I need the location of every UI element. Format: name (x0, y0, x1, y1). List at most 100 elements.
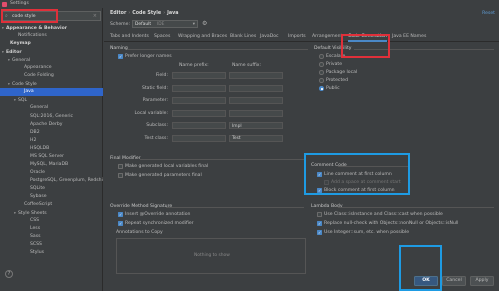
gear-icon[interactable]: ⚙ (202, 20, 207, 27)
annotations-empty: Nothing to show (194, 253, 230, 258)
help-icon[interactable]: ? (5, 270, 13, 278)
sidebar-item-style-sheets[interactable]: ▾ Style Sheets (0, 209, 103, 217)
sidebar-item-label: PostgreSQL, Greenplum, Redshift (30, 177, 103, 183)
sidebar-item-hsqldb[interactable]: HSQLDB (0, 145, 103, 153)
sidebar-item-scss[interactable]: SCSS (0, 241, 103, 249)
sidebar-item-label: Appearance (24, 65, 52, 71)
sidebar-item-sqlite[interactable]: SQLite (0, 185, 103, 193)
suffix-field[interactable] (229, 84, 283, 92)
final-modifier-title: Final Modifier (110, 156, 141, 161)
scheme-select[interactable]: Default IDE ▾ (132, 20, 198, 28)
suffix-field[interactable]: Test (229, 134, 283, 142)
sidebar-item-oracle[interactable]: Oracle (0, 169, 103, 177)
sidebar-item-label: SQL (18, 98, 28, 104)
final-params-label: Make generated parameters final (125, 172, 202, 178)
sidebar-item-label: Oracle (30, 169, 45, 175)
visibility-radio-public[interactable] (319, 86, 324, 91)
prefer-longer-checkbox[interactable] (118, 54, 123, 59)
search-highlight (1, 9, 58, 23)
sidebar-item-h2[interactable]: H2 (0, 137, 103, 145)
tab-highlight (341, 34, 390, 58)
repeat-sync-checkbox[interactable] (118, 221, 123, 226)
sidebar-item-general[interactable]: General (0, 104, 103, 112)
sidebar-item-notifications[interactable]: Notifications (0, 32, 103, 40)
sidebar-item-sass[interactable]: Sass (0, 233, 103, 241)
clear-icon[interactable]: × (93, 13, 97, 19)
sidebar-item-label: General (30, 105, 49, 111)
breadcrumb: Editor › Code Style › Java (110, 11, 179, 16)
prefix-field[interactable] (172, 84, 226, 92)
scheme-label: Scheme: (110, 22, 131, 27)
sidebar-item-label: HSQLDB (30, 145, 50, 151)
sidebar-item-sql[interactable]: ▾ SQL (0, 96, 103, 104)
col-suffix: Name suffix: (232, 63, 262, 68)
sidebar-item-apache-derby[interactable]: Apache Derby (0, 121, 103, 129)
prefix-field[interactable] (172, 134, 226, 142)
sidebar-item-label: Stylus (30, 250, 45, 256)
prefix-field[interactable] (172, 109, 226, 117)
tab-java-ee-names[interactable]: Java EE Names (392, 33, 426, 42)
tab-spaces[interactable]: Spaces (154, 33, 170, 42)
sidebar-item-label: Sass (30, 234, 41, 240)
tab-blank-lines[interactable]: Blank Lines (230, 33, 256, 42)
visibility-radio-private[interactable] (319, 62, 324, 67)
sidebar-item-label: Appearance & Behavior (6, 26, 68, 31)
sidebar-item-sql-2016-generic[interactable]: SQL:2016, Generic (0, 113, 103, 121)
breadcrumb-editor[interactable]: Editor (110, 11, 126, 16)
sidebar-item-css[interactable]: CSS (0, 217, 103, 225)
visibility-radio-package-local[interactable] (319, 70, 324, 75)
visibility-label: Protected (326, 77, 348, 83)
settings-tree: ▾ Appearance & Behavior Notifications Keyma… (0, 24, 103, 257)
tab-arrangement[interactable]: Arrangement (312, 33, 342, 42)
tab-imports[interactable]: Imports (288, 33, 306, 42)
cancel-button[interactable]: Cancel (442, 276, 466, 286)
settings-sidebar: ⌕ code style × ▾ Appearance & Behavior Not… (0, 8, 103, 291)
annotations-list[interactable]: Nothing to show (116, 238, 306, 274)
prefix-field[interactable] (172, 72, 226, 79)
sidebar-item-stylus[interactable]: Stylus (0, 249, 103, 257)
sidebar-item-ms-sql-server[interactable]: MS SQL Server (0, 153, 103, 161)
class-instance-checkbox[interactable] (317, 212, 322, 217)
sidebar-item-mysql-mariadb[interactable]: MySQL, MariaDB (0, 161, 103, 169)
integer-sum-checkbox[interactable] (317, 230, 322, 235)
breadcrumb-java: Java (167, 11, 179, 16)
apply-button[interactable]: Apply (470, 276, 494, 286)
visibility-radio-escalate[interactable] (319, 54, 324, 59)
sidebar-item-label: General (12, 58, 31, 64)
sidebar-item-less[interactable]: Less (0, 225, 103, 233)
nonnull-checkbox[interactable] (317, 221, 322, 226)
sidebar-item-java[interactable]: Java (0, 88, 103, 97)
insert-override-checkbox[interactable] (118, 212, 123, 217)
sidebar-item-code-style[interactable]: ▾ Code Style (0, 80, 103, 88)
reset-link[interactable]: Reset (482, 11, 495, 16)
final-params-checkbox[interactable] (118, 173, 123, 178)
sidebar-item-code-folding[interactable]: Code Folding (0, 72, 103, 80)
final-locals-checkbox[interactable] (118, 164, 123, 169)
sidebar-item-sybase[interactable]: Sybase (0, 193, 103, 201)
visibility-label: Package local (326, 69, 358, 75)
sidebar-item-db2[interactable]: DB2 (0, 129, 103, 137)
tab-javadoc[interactable]: JavaDoc (260, 33, 279, 42)
visibility-radio-protected[interactable] (319, 78, 324, 83)
sidebar-item-general[interactable]: ▾ General (0, 56, 103, 64)
sidebar-item-appearance-behavior[interactable]: ▾ Appearance & Behavior (0, 24, 103, 32)
suffix-field[interactable] (229, 72, 283, 79)
suffix-field[interactable] (229, 109, 283, 117)
sidebar-item-label: MS SQL Server (30, 153, 64, 159)
visibility-label: Private (326, 61, 343, 67)
prefix-field[interactable] (172, 97, 226, 104)
prefix-field[interactable] (172, 122, 226, 129)
naming-row-label: Subclass: (146, 123, 168, 128)
sidebar-item-keymap[interactable]: Keymap (0, 40, 103, 48)
suffix-field[interactable] (229, 97, 283, 104)
sidebar-item-postgresql-greenplum-redshift[interactable]: PostgreSQL, Greenplum, Redshift (0, 177, 103, 185)
sidebar-item-appearance[interactable]: Appearance (0, 64, 103, 72)
tab-tabs-and-indents[interactable]: Tabs and Indents (110, 33, 149, 42)
suffix-field[interactable]: Impl (229, 122, 283, 129)
naming-row-label: Parameter: (142, 98, 168, 103)
tab-wrapping-and-braces[interactable]: Wrapping and Braces (178, 33, 227, 42)
sidebar-item-coffeescript[interactable]: CoffeeScript (0, 201, 103, 209)
breadcrumb-code-style[interactable]: Code Style (132, 11, 161, 16)
sidebar-item-editor[interactable]: ▾ Editor (0, 48, 103, 56)
prefer-longer-label: Prefer longer names (125, 53, 172, 59)
